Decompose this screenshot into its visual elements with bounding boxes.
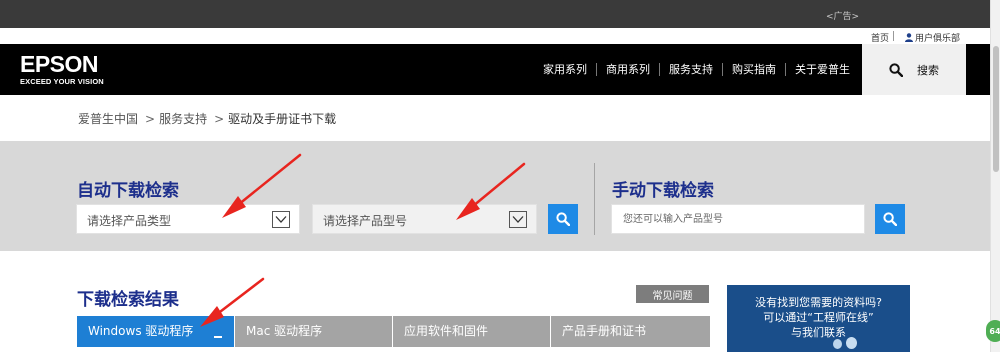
tab-windows-drivers[interactable]: Windows 驱动程序 xyxy=(77,316,234,347)
utility-divider xyxy=(893,31,894,41)
manual-search-button[interactable] xyxy=(875,204,905,234)
product-model-select[interactable]: 请选择产品型号 xyxy=(312,204,537,234)
promo-line-1: 没有找到您需要的资料吗? xyxy=(755,296,882,309)
promo-line-3: 与我们联系 xyxy=(791,326,846,339)
nav-item-service-support[interactable]: 服务支持 xyxy=(659,63,722,76)
model-number-input-wrap xyxy=(611,204,865,234)
panel-divider xyxy=(594,163,595,235)
main-nav: 家用系列 商用系列 服务支持 购买指南 关于爱普生 xyxy=(534,44,859,95)
promo-decoration xyxy=(846,337,857,349)
product-type-select[interactable]: 请选择产品类型 xyxy=(76,204,300,234)
results-tabs: Windows 驱动程序 Mac 驱动程序 应用软件和固件 产品手册和证书 xyxy=(77,316,711,347)
site-header: EPSON EXCEED YOUR VISION 家用系列 商用系列 服务支持 … xyxy=(0,44,990,95)
page-scrollbar[interactable] xyxy=(990,0,1000,352)
side-badge[interactable]: 64 xyxy=(986,320,1000,342)
breadcrumb-item-service-support[interactable]: 服务支持 xyxy=(159,112,207,126)
breadcrumb-item-epson-china[interactable]: 爱普生中国 xyxy=(78,112,138,126)
collapse-icon xyxy=(214,336,222,338)
auto-search-title: 自动下载检索 xyxy=(77,181,179,201)
user-club-label: 用户俱乐部 xyxy=(915,34,961,44)
breadcrumb-separator: > xyxy=(214,112,225,126)
home-link[interactable]: 首页 xyxy=(871,31,889,44)
search-panel: 自动下载检索 请选择产品类型 请选择产品型号 手动下载检索 xyxy=(0,141,990,251)
chevron-down-icon[interactable] xyxy=(272,211,290,228)
model-number-input[interactable] xyxy=(612,205,864,233)
nav-item-home-series[interactable]: 家用系列 xyxy=(534,63,596,76)
breadcrumb-item-current: 驱动及手册证书下载 xyxy=(228,112,337,126)
magnifier-icon xyxy=(883,212,897,226)
page: <广告> 首页 用户俱乐部 EPSON EXCEED YOUR VISION 家… xyxy=(0,0,1000,352)
tab-windows-drivers-label: Windows 驱动程序 xyxy=(88,324,194,338)
nav-item-about-epson[interactable]: 关于爱普生 xyxy=(785,63,859,76)
promo-decoration xyxy=(833,339,842,349)
faq-button[interactable]: 常见问题 xyxy=(636,285,709,303)
epson-logo[interactable]: EPSON EXCEED YOUR VISION xyxy=(20,52,104,86)
header-search-button[interactable]: 搜索 xyxy=(862,44,966,95)
logo-wordmark: EPSON xyxy=(20,51,99,77)
product-type-value: 请选择产品类型 xyxy=(87,214,172,228)
breadcrumb: 爱普生中国 > 服务支持 > 驱动及手册证书下载 xyxy=(78,110,340,127)
user-club-link[interactable]: 用户俱乐部 xyxy=(905,31,960,44)
breadcrumb-separator: > xyxy=(145,112,156,126)
tab-manuals-certificates[interactable]: 产品手册和证书 xyxy=(551,316,710,347)
results-title: 下载检索结果 xyxy=(77,290,179,310)
nav-item-buying-guide[interactable]: 购买指南 xyxy=(722,63,785,76)
user-icon xyxy=(905,33,913,42)
tab-software-firmware[interactable]: 应用软件和固件 xyxy=(393,316,550,347)
product-model-value: 请选择产品型号 xyxy=(323,214,408,228)
promo-line-2: 可以通过“工程师在线” xyxy=(763,311,874,324)
nav-item-business-series[interactable]: 商用系列 xyxy=(596,63,659,76)
tab-mac-drivers[interactable]: Mac 驱动程序 xyxy=(235,316,392,347)
ad-label: <广告> xyxy=(826,12,860,22)
header-search-label: 搜索 xyxy=(917,63,939,77)
auto-search-button[interactable] xyxy=(548,204,578,234)
logo-tagline: EXCEED YOUR VISION xyxy=(20,77,104,86)
magnifier-icon xyxy=(889,62,903,77)
manual-search-title: 手动下载检索 xyxy=(612,181,714,201)
chevron-down-icon[interactable] xyxy=(509,211,527,228)
ad-bar: <广告> xyxy=(0,0,990,28)
magnifier-icon xyxy=(556,212,570,226)
scrollbar-thumb[interactable] xyxy=(993,46,999,172)
utility-bar: 首页 用户俱乐部 xyxy=(0,28,990,44)
engineer-online-promo[interactable]: 没有找到您需要的资料吗? 可以通过“工程师在线” 与我们联系 xyxy=(727,285,910,352)
